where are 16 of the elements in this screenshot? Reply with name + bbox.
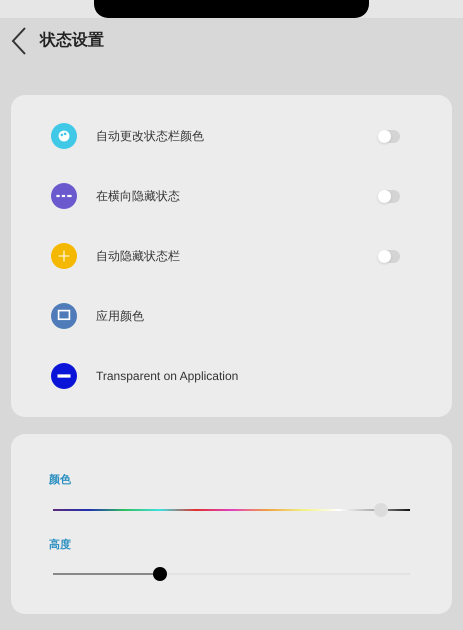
setting-label: 应用颜色 [96,308,145,325]
setting-label: 自动隐藏状态栏 [96,248,181,265]
slider-thumb[interactable] [374,502,388,516]
height-slider[interactable] [53,567,410,581]
page-title: 状态设置 [40,30,104,51]
color-slider[interactable] [53,502,410,516]
toggle-switch[interactable] [378,130,400,142]
setting-label: 自动更改状态栏颜色 [96,128,205,145]
setting-label: Transparent on Application [96,368,240,385]
setting-label: 在横向隐藏状态 [96,188,181,205]
slider-label: 颜色 [49,472,72,488]
slider-label: 高度 [49,538,72,552]
toggle-switch[interactable] [378,190,400,202]
slider-thumb[interactable] [153,567,168,581]
back-button[interactable] [10,26,28,56]
toggle-switch[interactable] [378,250,400,262]
